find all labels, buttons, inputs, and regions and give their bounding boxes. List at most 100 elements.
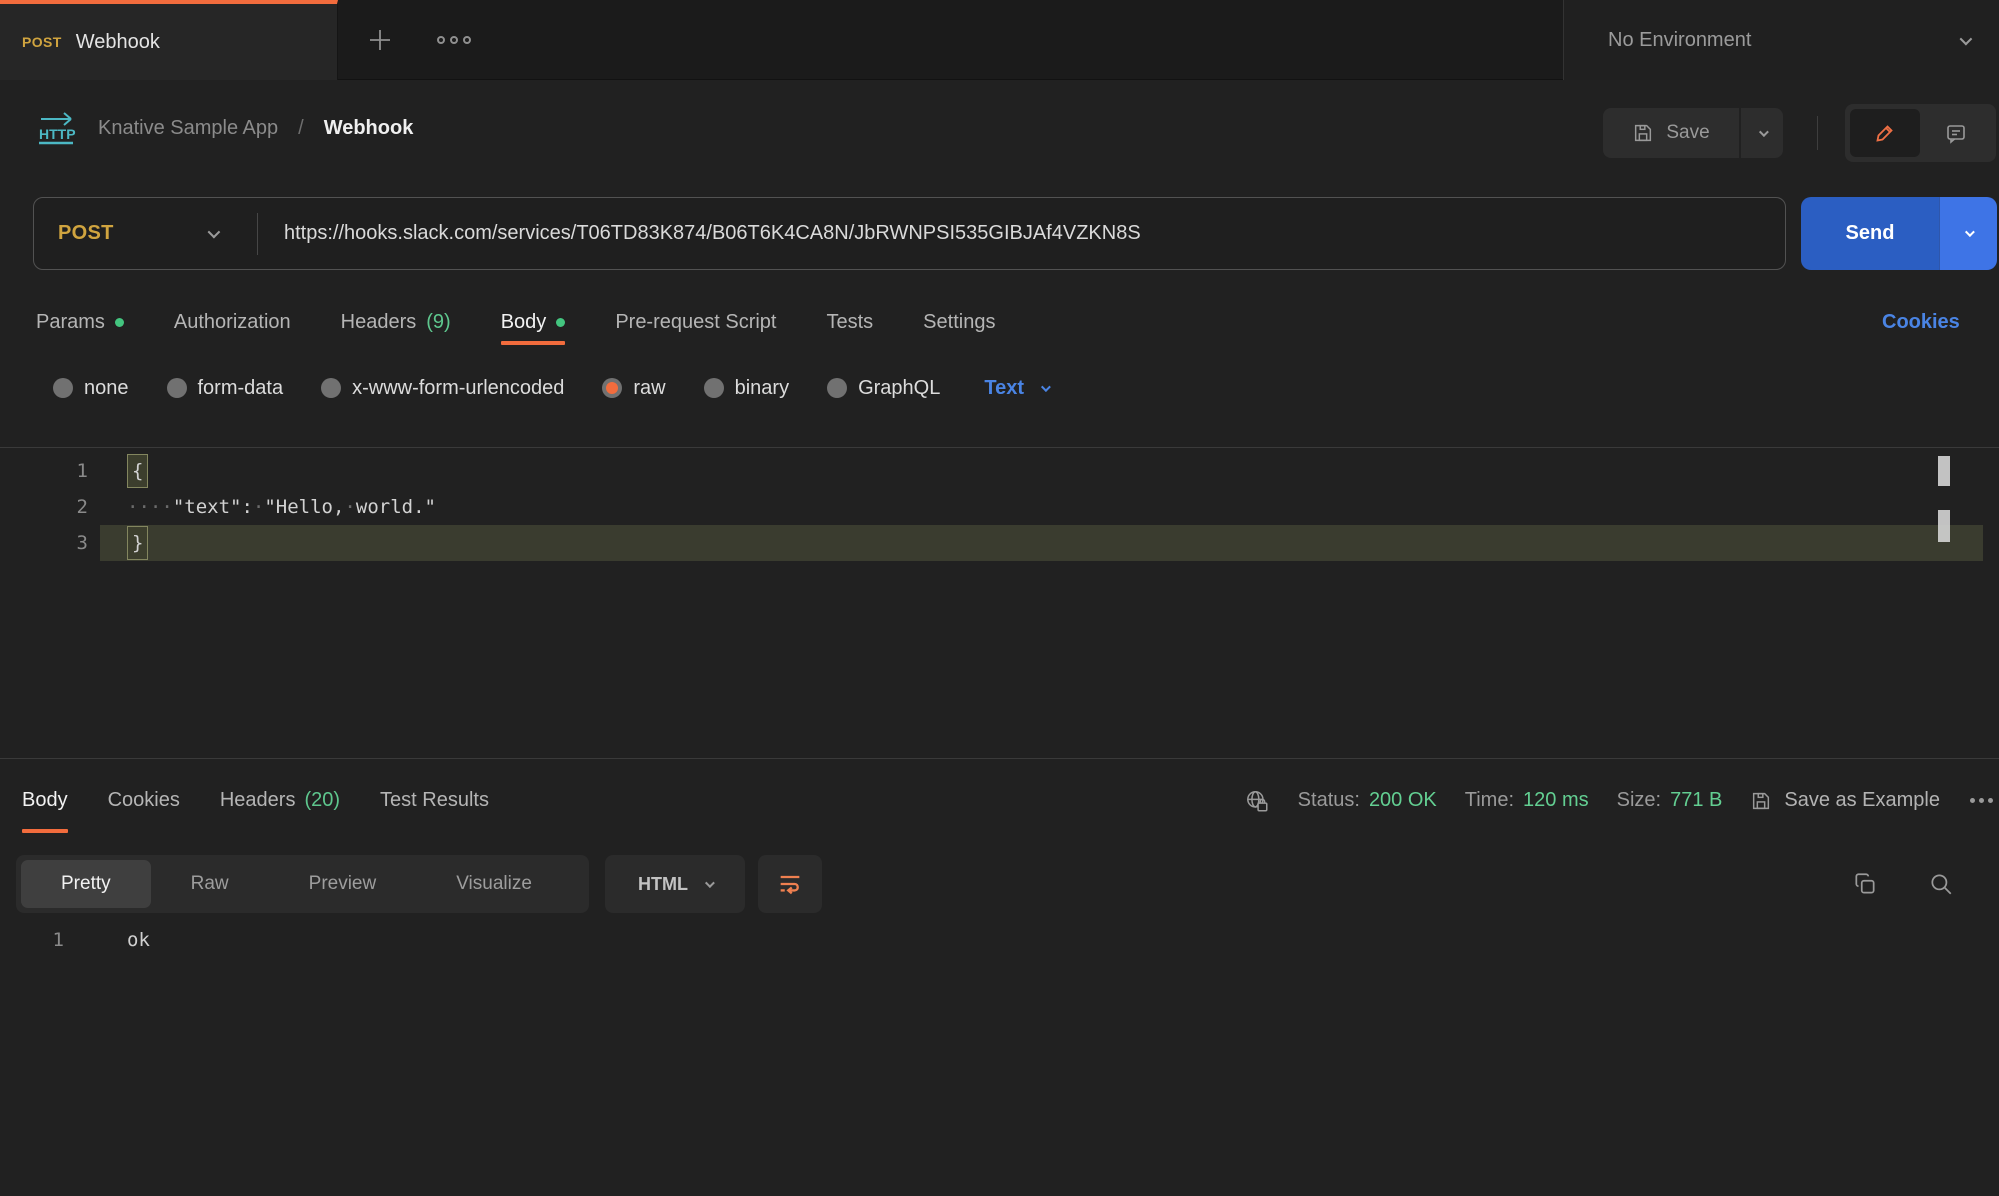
radio-binary-label: binary <box>735 377 789 400</box>
raw-format-selector[interactable]: Text <box>984 377 1048 400</box>
header-divider <box>1817 116 1818 150</box>
time-value: 120 ms <box>1523 789 1589 812</box>
response-format-selector[interactable]: HTML <box>605 855 745 913</box>
response-cookies-label: Cookies <box>108 789 180 812</box>
request-mode-toggle <box>1845 104 1996 162</box>
view-visualize[interactable]: Visualize <box>416 860 572 908</box>
editor-current-line: 3 } <box>0 525 1999 561</box>
radio-x-www-form-urlencoded[interactable]: x-www-form-urlencoded <box>321 377 564 400</box>
radio-icon <box>53 378 73 398</box>
view-raw[interactable]: Raw <box>151 860 269 908</box>
tab-prerequest-script[interactable]: Pre-request Script <box>615 299 776 345</box>
view-pretty[interactable]: Pretty <box>21 860 151 908</box>
scrollbar-mark <box>1938 510 1950 542</box>
request-body-editor[interactable]: 1 { 2 ····"text":·"Hello,·world." 3 } <box>0 447 1999 759</box>
tab-headers[interactable]: Headers (9) <box>341 299 451 345</box>
body-type-selector: none form-data x-www-form-urlencoded raw… <box>53 362 1048 414</box>
method-selector[interactable]: POST <box>34 198 257 269</box>
wrap-text-button[interactable] <box>758 855 822 913</box>
plus-icon <box>367 27 393 53</box>
save-button[interactable]: Save <box>1603 108 1739 158</box>
comment-icon <box>1944 121 1968 145</box>
send-options-button[interactable] <box>1939 197 1997 270</box>
tab-title: Webhook <box>76 31 160 54</box>
network-globe-lock-icon <box>1244 788 1270 814</box>
request-tab-active[interactable]: POST Webhook <box>0 0 338 80</box>
send-button[interactable]: Send <box>1801 197 1939 270</box>
method-label: POST <box>58 222 114 245</box>
http-request-icon: HTTP <box>36 110 78 146</box>
breadcrumb-collection[interactable]: Knative Sample App <box>98 117 278 140</box>
send-button-group: Send <box>1801 197 1997 270</box>
tab-tests-label: Tests <box>826 311 873 334</box>
radio-raw-label: raw <box>633 377 665 400</box>
radio-icon <box>704 378 724 398</box>
tab-body-label: Body <box>501 311 547 334</box>
status-value: 200 OK <box>1369 789 1437 812</box>
editor-line: 2 ····"text":·"Hello,·world." <box>0 489 1999 525</box>
response-options-button[interactable] <box>1968 794 1995 807</box>
cookies-link[interactable]: Cookies <box>1882 299 1960 345</box>
radio-selected-icon <box>602 378 622 398</box>
radio-raw[interactable]: raw <box>602 377 665 400</box>
radio-icon <box>167 378 187 398</box>
wrap-text-icon <box>776 870 804 898</box>
chevron-down-icon <box>208 226 221 239</box>
response-tab-headers[interactable]: Headers (20) <box>220 765 340 836</box>
response-text: ok <box>64 922 150 958</box>
tab-bar: POST Webhook No Environment <box>0 0 1999 80</box>
view-raw-label: Raw <box>191 873 229 895</box>
send-label: Send <box>1846 222 1895 245</box>
copy-icon <box>1852 871 1878 897</box>
line-number: 3 <box>0 525 88 561</box>
new-tab-button[interactable] <box>358 20 402 60</box>
tab-params[interactable]: Params <box>36 299 124 345</box>
response-header: Body Cookies Headers (20) Test Results S… <box>0 765 1999 836</box>
line-number: 1 <box>0 453 88 489</box>
radio-form-data[interactable]: form-data <box>167 377 284 400</box>
response-view-switcher: Pretty Raw Preview Visualize <box>16 855 589 913</box>
breadcrumb: HTTP Knative Sample App / Webhook <box>36 102 413 154</box>
close-brace: } <box>127 526 148 560</box>
tab-options-button[interactable] <box>428 22 480 58</box>
search-response-button[interactable] <box>1922 865 1960 903</box>
status-pair: Status: 200 OK <box>1298 789 1437 812</box>
radio-none[interactable]: none <box>53 377 129 400</box>
more-dots-icon <box>437 36 445 44</box>
save-icon <box>1750 790 1772 812</box>
headers-count: (9) <box>426 311 450 334</box>
radio-form-data-label: form-data <box>198 377 284 400</box>
tab-headers-label: Headers <box>341 311 417 334</box>
chevron-down-icon <box>1965 227 1975 237</box>
tab-authorization[interactable]: Authorization <box>174 299 291 345</box>
environment-selector[interactable]: No Environment <box>1563 0 1999 80</box>
view-preview[interactable]: Preview <box>269 860 417 908</box>
response-tab-test-results[interactable]: Test Results <box>380 765 489 836</box>
radio-binary[interactable]: binary <box>704 377 789 400</box>
save-button-group: Save <box>1603 108 1783 158</box>
response-test-results-label: Test Results <box>380 789 489 812</box>
pencil-icon <box>1873 121 1897 145</box>
response-tab-cookies[interactable]: Cookies <box>108 765 180 836</box>
response-tab-body[interactable]: Body <box>22 765 68 836</box>
search-icon <box>1928 871 1954 897</box>
open-brace: { <box>127 454 148 488</box>
radio-graphql[interactable]: GraphQL <box>827 377 940 400</box>
copy-response-button[interactable] <box>1846 865 1884 903</box>
chevron-down-icon <box>705 878 715 888</box>
tab-authorization-label: Authorization <box>174 311 291 334</box>
chevron-down-icon <box>1758 127 1768 137</box>
url-input[interactable]: https://hooks.slack.com/services/T06TD83… <box>258 222 1785 245</box>
chevron-down-icon <box>1960 32 1973 45</box>
time-label: Time: <box>1465 789 1514 812</box>
comments-button[interactable] <box>1922 109 1992 157</box>
save-options-button[interactable] <box>1741 108 1783 158</box>
view-preview-label: Preview <box>309 873 377 895</box>
save-as-example-button[interactable]: Save as Example <box>1750 789 1940 812</box>
tab-tests[interactable]: Tests <box>826 299 873 345</box>
tab-settings[interactable]: Settings <box>923 299 995 345</box>
params-modified-dot <box>115 318 124 327</box>
svg-text:HTTP: HTTP <box>39 126 76 142</box>
tab-body[interactable]: Body <box>501 299 566 345</box>
edit-request-button[interactable] <box>1850 109 1920 157</box>
